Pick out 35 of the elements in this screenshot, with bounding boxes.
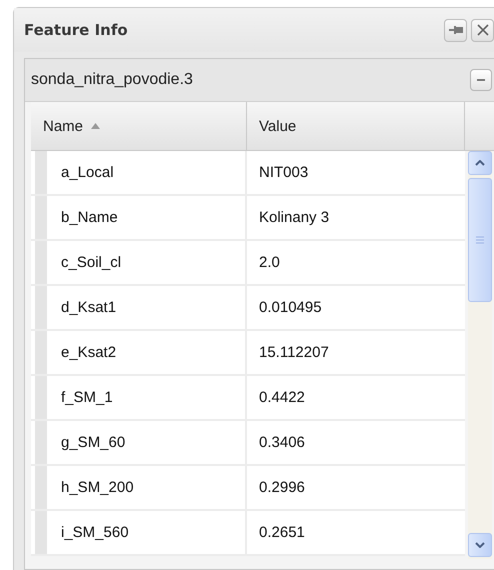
pin-button[interactable] bbox=[444, 18, 467, 42]
window-title: Feature Info bbox=[24, 21, 129, 39]
sort-ascending-icon bbox=[91, 123, 100, 129]
table-cell: NIT003 bbox=[259, 164, 308, 181]
column-header[interactable]: Name bbox=[31, 102, 247, 151]
table-cell: 15.112207 bbox=[259, 344, 329, 361]
table-cell: 0.2996 bbox=[259, 479, 305, 496]
pin-icon bbox=[448, 25, 462, 35]
collapse-button[interactable] bbox=[470, 69, 492, 91]
close-icon bbox=[476, 24, 488, 36]
table-cell: 2.0 bbox=[259, 254, 280, 271]
table-cell: 0.3406 bbox=[259, 434, 305, 451]
table-cell: 0.4422 bbox=[259, 389, 305, 406]
scrollbar[interactable] bbox=[468, 151, 492, 559]
table-cell: i_SM_560 bbox=[61, 524, 129, 541]
table-cell: 0.2651 bbox=[259, 524, 305, 541]
panel-title: sonda_nitra_povodie.3 bbox=[31, 71, 194, 89]
table-cell: d_Ksat1 bbox=[61, 299, 116, 316]
scroll-thumb[interactable] bbox=[468, 178, 492, 302]
table-cell: c_Soil_cl bbox=[61, 254, 122, 271]
close-button[interactable] bbox=[471, 18, 494, 42]
chevron-up-icon bbox=[475, 160, 485, 166]
table-cell: h_SM_200 bbox=[61, 479, 134, 496]
scroll-down-button[interactable] bbox=[468, 533, 492, 557]
table-cell: Kolinany 3 bbox=[259, 209, 330, 226]
grip-icon bbox=[476, 236, 484, 244]
table-cell: e_Ksat2 bbox=[61, 344, 116, 361]
table-cell: g_SM_60 bbox=[61, 434, 126, 451]
table-cell: b_Name bbox=[61, 209, 118, 226]
scroll-up-button[interactable] bbox=[468, 151, 492, 175]
table-cell: a_Local bbox=[61, 164, 114, 181]
column-header[interactable]: Value bbox=[247, 102, 465, 151]
chevron-down-icon bbox=[475, 542, 485, 548]
table-cell: 0.010495 bbox=[259, 299, 322, 316]
table-cell: f_SM_1 bbox=[61, 389, 113, 406]
